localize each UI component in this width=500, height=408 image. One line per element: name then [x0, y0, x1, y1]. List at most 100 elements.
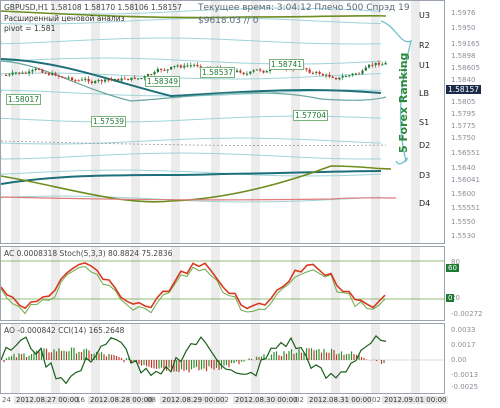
candle-body [328, 74, 331, 77]
stochastic-scale[interactable]: 80 20 -0.00272 [447, 246, 500, 321]
candle-body [183, 65, 186, 68]
candle-body [153, 71, 156, 75]
session-band [411, 324, 420, 393]
candle-body [335, 78, 338, 80]
price-scale[interactable]: 1.5976 1.5950 1.59165 1.5898 1.58605 1.5… [447, 0, 500, 244]
candle-body [120, 78, 123, 81]
candle-body [351, 73, 354, 76]
candle-body [252, 70, 255, 72]
candle-body [308, 69, 311, 73]
time-label-0831: 2012.08.31 00:00 [307, 396, 374, 404]
candle-body [265, 71, 268, 73]
candle-body [156, 69, 159, 72]
candle-body [173, 65, 176, 67]
candle-body [318, 71, 321, 74]
stochastic-header: AC 0.0008318 Stoch(5,3,3) 80.8824 75.283… [4, 249, 173, 258]
candle-body [44, 72, 47, 74]
session-band [371, 1, 380, 243]
price-chart-canvas [1, 1, 420, 243]
candle-body [348, 75, 351, 77]
time-label-0901: 2012.09.01 00:00 [382, 396, 449, 404]
candle-body [130, 77, 133, 81]
session-band [251, 1, 260, 243]
time-label-0829: 2012.08.29 00:00 [160, 396, 227, 404]
candle-body [344, 76, 348, 78]
candle-body [61, 76, 64, 78]
session-band [251, 247, 260, 320]
candle-body [8, 74, 11, 76]
price-chart-pane[interactable]: GBPUSD,H1 1.58108 1.58170 1.58106 1.5815… [0, 0, 445, 244]
candle-body [107, 79, 110, 81]
session-band [171, 1, 180, 243]
ao-cci-pane[interactable]: AO -0.000842 CCI(14) 165.2648 [0, 323, 445, 394]
session-band [91, 247, 100, 320]
candle-body [245, 73, 249, 75]
level-label-d3: D3 [419, 171, 431, 180]
candle-body [24, 72, 27, 74]
price-tag-high-1: 1.58349 [145, 76, 181, 87]
candle-body [117, 79, 120, 81]
candle-body [341, 76, 344, 78]
ao-cci-scale[interactable]: 0.0033 0.0017 0.00 -0.0013 -0.0025 [447, 323, 500, 394]
price-tag-low-1: 1.58017 [6, 94, 42, 105]
candle-body [123, 78, 126, 80]
candle-body [94, 81, 97, 83]
candle-body [74, 80, 77, 82]
level-label-d2: D2 [419, 141, 431, 150]
candle-body [41, 69, 44, 73]
candlestick-series [5, 60, 387, 85]
level-label-lb: LB [419, 89, 429, 98]
session-band [211, 1, 220, 243]
candle-body [57, 75, 60, 77]
candle-body [189, 65, 192, 67]
account-balance-info: $9618.03 // 0 [198, 16, 259, 26]
candle-body [311, 72, 315, 74]
candle-body [305, 68, 308, 70]
candle-body [140, 78, 143, 79]
candle-body [87, 78, 90, 82]
candle-body [31, 69, 34, 72]
candle-body [176, 65, 179, 67]
candle-body [163, 69, 166, 71]
candle-body [38, 68, 41, 70]
price-tag-high-2: 1.58537 [200, 67, 236, 78]
candle-body [166, 69, 169, 71]
candle-body [196, 64, 199, 67]
candle-body [364, 67, 367, 71]
candle-body [104, 79, 107, 82]
stochastic-level-tag-0: 0 [446, 294, 455, 302]
time-label-0830: 2012.08.30 00:00 [233, 396, 300, 404]
candle-body [160, 69, 163, 70]
candle-body [18, 72, 21, 74]
session-band [371, 247, 380, 320]
candle-body [331, 76, 334, 78]
candle-body [249, 71, 252, 74]
candle-body [150, 74, 153, 75]
candle-body [127, 78, 130, 81]
candle-body [361, 70, 364, 74]
candle-body [236, 70, 239, 72]
candle-body [84, 78, 87, 80]
candle-body [34, 68, 37, 70]
candle-body [97, 79, 100, 81]
candle-body [133, 77, 136, 79]
stochastic-level-tag-60: 60 [446, 264, 459, 272]
time-axis[interactable]: 24 2012.08.27 00:00 16 2012.08.28 00:00 … [0, 394, 500, 408]
level-label-u3: U3 [419, 11, 430, 20]
candle-body [137, 78, 140, 80]
candle-body [262, 70, 265, 73]
candle-body [325, 74, 328, 76]
candle-body [377, 62, 381, 65]
candle-body [5, 75, 8, 76]
candle-body [67, 77, 70, 79]
stochastic-canvas [1, 247, 444, 320]
candle-body [80, 79, 84, 81]
trading-terminal-chart[interactable]: GBPUSD,H1 1.58108 1.58170 1.58106 1.5815… [0, 0, 500, 408]
current-time-info: Текущее время: 3:04:12 Плечо 500 Спрэд 1… [198, 3, 410, 13]
candle-body [186, 65, 189, 67]
candle-body [358, 73, 361, 75]
candle-body [259, 69, 262, 71]
candle-body [110, 79, 113, 81]
stochastic-ac-pane[interactable]: AC 0.0008318 Stoch(5,3,3) 80.8824 75.283… [0, 246, 445, 321]
candle-body [239, 70, 242, 73]
